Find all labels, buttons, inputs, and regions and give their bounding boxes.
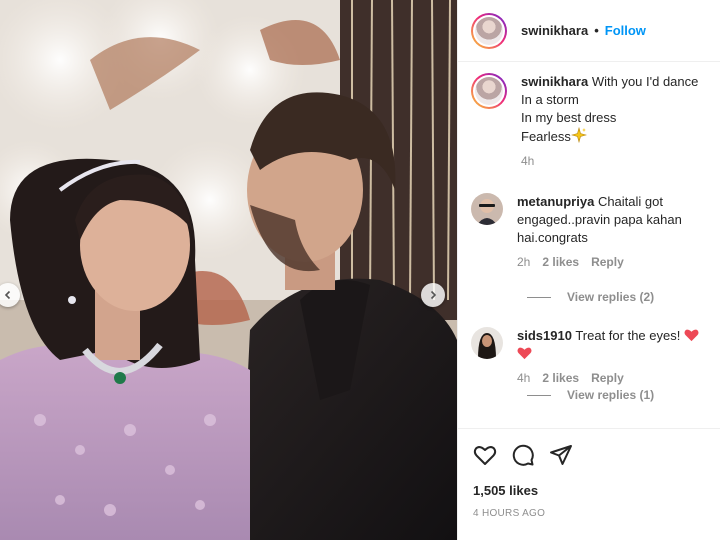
caption-avatar[interactable] (471, 73, 507, 109)
commenter-avatar[interactable] (471, 193, 503, 225)
comment-username[interactable]: metanupriya (517, 194, 594, 209)
chevron-right-icon (430, 290, 437, 300)
caption: swinikhara With you I'd dance In a storm… (471, 73, 720, 170)
caption-username[interactable]: swinikhara (521, 74, 588, 89)
comment-item: metanupriya Chaitali got engaged..pravin… (471, 193, 720, 271)
caption-time: 4h (521, 154, 535, 168)
comment-time: 4h (517, 371, 531, 385)
view-replies-label: View replies (2) (567, 290, 655, 304)
caption-line-4: Fearless (521, 129, 571, 144)
heart-icon (473, 446, 497, 465)
action-bar (458, 429, 720, 467)
couple-photo (0, 0, 457, 540)
view-replies-button[interactable]: View replies (1) (527, 388, 654, 402)
comments-list: swinikhara With you I'd dance In a storm… (458, 62, 720, 428)
comment-time: 2h (517, 255, 531, 269)
sparkles-icon (570, 127, 587, 143)
chevron-left-icon (4, 290, 11, 300)
header-separator: • (594, 23, 599, 38)
comment-username[interactable]: sids1910 (517, 328, 572, 343)
red-heart-icon (684, 329, 699, 342)
like-button[interactable] (473, 443, 497, 467)
carousel-next-button[interactable] (421, 283, 445, 307)
paper-plane-icon (550, 445, 572, 465)
comment-likes[interactable]: 2 likes (542, 369, 579, 387)
red-heart-icon (517, 347, 532, 360)
comment-item: sids1910 Treat for the eyes! 4h 2 likes … (471, 327, 720, 387)
post-actions-area: 1,505 likes 4 HOURS AGO (458, 428, 720, 540)
comment-bubble-icon (512, 444, 534, 466)
view-replies-label: View replies (1) (567, 388, 655, 402)
caption-line-2: In a storm (521, 92, 579, 107)
post-timestamp: 4 HOURS AGO (473, 508, 546, 519)
post-header: swinikhara • Follow (458, 0, 720, 62)
like-count[interactable]: 1,505 likes (473, 483, 720, 498)
comment-likes[interactable]: 2 likes (542, 253, 579, 271)
author-avatar[interactable] (471, 12, 507, 49)
comment-text: Treat for the eyes! (575, 328, 681, 343)
post-sidebar: swinikhara • Follow swinikhara With you … (457, 0, 720, 540)
view-replies-button[interactable]: View replies (2) (527, 290, 654, 304)
share-button[interactable] (549, 443, 573, 467)
author-username[interactable]: swinikhara (521, 23, 588, 38)
reply-button[interactable]: Reply (591, 253, 624, 271)
caption-line-1: With you I'd dance (591, 74, 699, 89)
commenter-avatar[interactable] (471, 327, 503, 359)
reply-button[interactable]: Reply (591, 369, 624, 387)
caption-line-3: In my best dress (521, 110, 617, 125)
post-photo (0, 0, 457, 540)
follow-button[interactable]: Follow (605, 23, 646, 38)
comment-button[interactable] (511, 443, 535, 467)
